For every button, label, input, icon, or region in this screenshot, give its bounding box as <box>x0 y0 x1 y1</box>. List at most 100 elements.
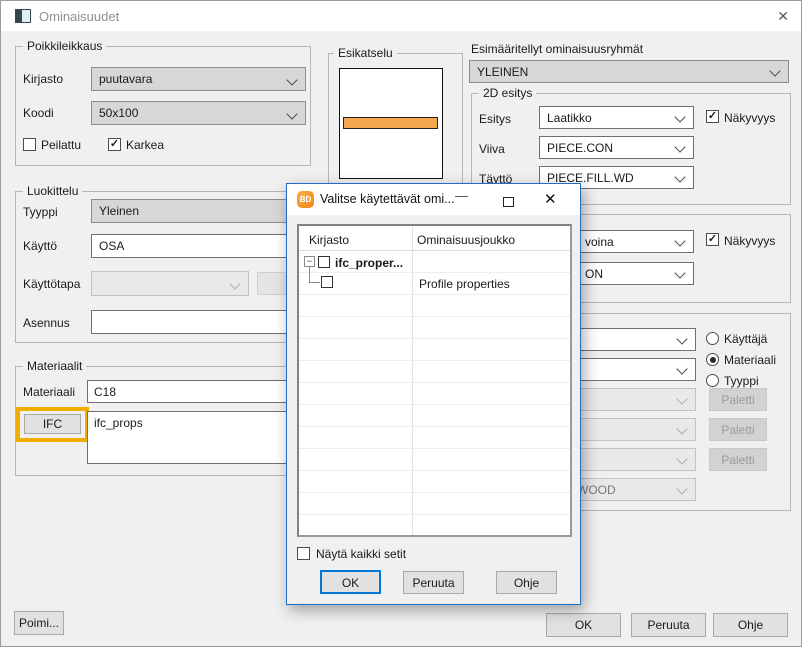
koodi-value: 50x100 <box>99 106 138 120</box>
bd-app-icon: BD <box>297 191 314 208</box>
minimize-icon[interactable]: — <box>455 188 468 203</box>
kirjasto-label: Kirjasto <box>23 72 63 86</box>
group-2d-esitys-title: 2D esitys <box>479 86 536 100</box>
kirjasto-value: puutavara <box>99 72 152 86</box>
modal-title-bar: BD Valitse käytettävät omi... — ✕ <box>287 184 580 215</box>
kaytto-value: OSA <box>99 239 124 253</box>
predefined-groups-label: Esimääritellyt ominaisuusryhmät <box>471 42 643 56</box>
radio-kayttaja[interactable] <box>706 332 719 345</box>
peruuta-button[interactable]: Peruuta <box>631 613 706 637</box>
kaytto-combo[interactable]: OSA <box>91 234 311 258</box>
chevron-down-icon <box>674 141 685 152</box>
row-divider <box>299 514 570 515</box>
predefined-groups-value: YLEINEN <box>477 65 528 79</box>
row-divider <box>299 272 570 273</box>
close-icon[interactable]: ✕ <box>777 8 789 25</box>
esitys-combo[interactable]: Laatikko <box>539 106 694 129</box>
ifc-props-textarea[interactable]: ifc_props <box>87 411 311 464</box>
group-materiaalit-title: Materiaalit <box>23 359 86 373</box>
kirjasto-combo[interactable]: puutavara <box>91 67 306 91</box>
tyyppi-combo[interactable]: Yleinen <box>91 199 311 223</box>
ifc-button[interactable]: IFC <box>24 414 81 434</box>
chevron-down-icon <box>674 171 685 182</box>
kayttotapa-combo[interactable] <box>91 271 249 296</box>
group-poikkileikkaus-title: Poikkileikkaus <box>23 39 106 53</box>
chevron-down-icon <box>676 453 687 464</box>
chevron-down-icon <box>676 333 687 344</box>
karkea-checkbox[interactable]: ✓ <box>108 138 121 151</box>
materiaali-label: Materiaali <box>23 385 75 399</box>
tyyppi-value: Yleinen <box>99 204 139 218</box>
radio-selected-dot <box>710 357 716 363</box>
nakyvyys-2d-label: Näkyvyys <box>724 111 775 125</box>
chevron-down-icon <box>674 111 685 122</box>
chevron-down-icon <box>286 74 297 85</box>
chevron-down-icon <box>229 278 240 289</box>
show-all-sets-label: Näytä kaikki setit <box>316 547 406 561</box>
viiva-value: PIECE.CON <box>547 141 613 155</box>
esitys-label: Esitys <box>479 112 511 126</box>
radio-kayttaja-label: Käyttäjä <box>724 332 767 346</box>
koodi-combo[interactable]: 50x100 <box>91 101 306 125</box>
radio-materiaali-label: Materiaali <box>724 353 776 367</box>
kaytto-label: Käyttö <box>23 239 57 253</box>
chevron-down-icon <box>676 363 687 374</box>
row-divider <box>299 316 570 317</box>
row-divider <box>299 294 570 295</box>
chevron-down-icon <box>676 393 687 404</box>
property-set-name[interactable]: Profile properties <box>419 277 510 291</box>
chevron-down-icon <box>676 483 687 494</box>
window-title: Ominaisuudet <box>39 9 119 24</box>
tree-line-horizontal <box>309 282 320 283</box>
chevron-down-icon <box>674 235 685 246</box>
materiaali-input[interactable]: C18 <box>87 380 311 403</box>
row-divider <box>299 492 570 493</box>
karkea-label: Karkea <box>126 138 164 152</box>
nakyvyys-3d-checkbox[interactable]: ✓ <box>706 233 719 246</box>
modal-peruuta-button[interactable]: Peruuta <box>403 571 464 594</box>
ok-button[interactable]: OK <box>546 613 621 637</box>
radio-materiaali[interactable] <box>706 353 719 366</box>
library-name[interactable]: ifc_proper... <box>335 256 403 270</box>
library-checkbox[interactable] <box>318 256 330 268</box>
modal-ohje-button[interactable]: Ohje <box>496 571 557 594</box>
paletti-button-2: Paletti <box>709 418 767 441</box>
tree-line-vertical <box>309 267 310 282</box>
property-set-list[interactable]: Kirjasto Ominaisuusjoukko − ifc_proper..… <box>297 224 572 537</box>
peilattu-checkbox[interactable] <box>23 138 36 151</box>
chevron-down-icon <box>674 267 685 278</box>
kayttotapa-label: Käyttötapa <box>23 277 80 291</box>
group-luokittelu-title: Luokittelu <box>23 184 82 198</box>
properties-dialog: Ominaisuudet ✕ Poikkileikkaus Kirjasto p… <box>0 0 802 647</box>
app-icon <box>15 9 31 23</box>
close-icon[interactable]: ✕ <box>544 190 557 208</box>
row-divider <box>299 426 570 427</box>
viiva-combo[interactable]: PIECE.CON <box>539 136 694 159</box>
asennus-input[interactable] <box>91 310 311 334</box>
row-divider <box>299 448 570 449</box>
show-all-sets-checkbox[interactable] <box>297 547 310 560</box>
property-set-checkbox[interactable] <box>321 276 333 288</box>
tyyppi-label: Tyyppi <box>23 205 58 219</box>
chevron-down-icon <box>769 65 780 76</box>
row-divider <box>299 360 570 361</box>
paletti-button-1: Paletti <box>709 388 767 411</box>
predefined-groups-combo[interactable]: YLEINEN <box>469 60 789 83</box>
row-divider <box>299 382 570 383</box>
header-divider <box>299 250 570 251</box>
group-esikatselu-title: Esikatselu <box>334 46 397 60</box>
column-header-kirjasto: Kirjasto <box>309 233 349 247</box>
modal-title: Valitse käytettävät omi... <box>320 192 455 206</box>
radio-tyyppi-label: Tyyppi <box>724 374 759 388</box>
nakyvyys-2d-checkbox[interactable]: ✓ <box>706 110 719 123</box>
ohje-button[interactable]: Ohje <box>713 613 788 637</box>
chevron-down-icon <box>676 423 687 434</box>
viiva-label: Viiva <box>479 142 505 156</box>
expand-collapse-icon[interactable]: − <box>304 256 315 267</box>
poimi-button[interactable]: Poimi... <box>14 611 64 635</box>
maximize-icon[interactable] <box>503 197 514 207</box>
modal-ok-button[interactable]: OK <box>320 570 381 594</box>
preview-profile-bar <box>343 117 438 129</box>
koodi-label: Koodi <box>23 106 54 120</box>
radio-tyyppi[interactable] <box>706 374 719 387</box>
